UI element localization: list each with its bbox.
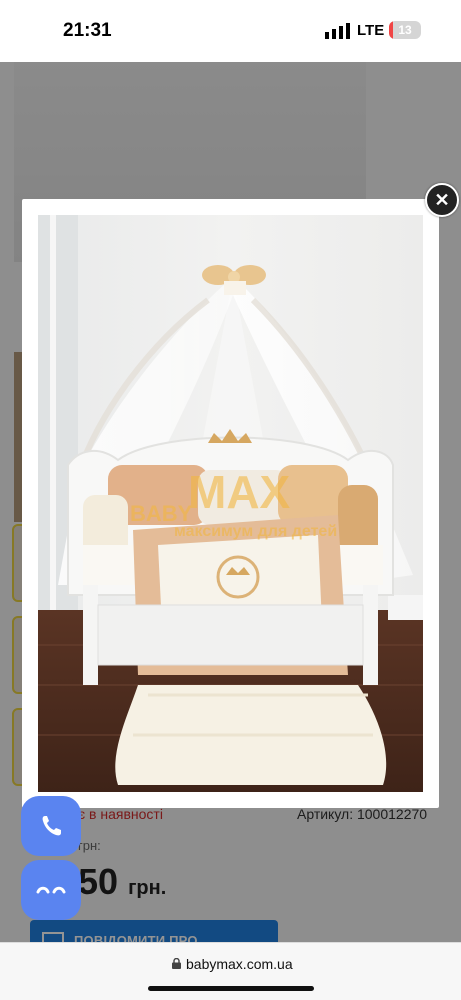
call-button[interactable] [21,796,81,856]
product-image: BABY MAX максимум для детей [38,215,423,792]
browser-address-bar[interactable]: babymax.com.ua [0,942,461,1000]
url-text: babymax.com.ua [186,956,293,972]
battery-icon: 13 [389,21,421,39]
home-indicator[interactable] [148,986,314,991]
chat-button[interactable] [21,860,81,920]
image-lightbox: BABY MAX максимум для детей [22,199,439,808]
close-icon: ✕ [434,190,450,210]
battery-level: 13 [398,23,412,37]
watermark-logo: BABY MAX максимум для детей [128,463,358,553]
chat-icon [36,886,66,894]
watermark-brand-main: MAX [188,466,291,518]
watermark-tagline: максимум для детей [174,523,338,540]
phone-icon [42,816,61,836]
close-button[interactable]: ✕ [425,183,459,217]
lock-icon [172,958,181,969]
network-type: LTE [357,22,385,39]
clock: 21:31 [63,20,112,41]
signal-icon [325,23,350,39]
status-bar: 21:31 LTE 13 [0,0,461,62]
